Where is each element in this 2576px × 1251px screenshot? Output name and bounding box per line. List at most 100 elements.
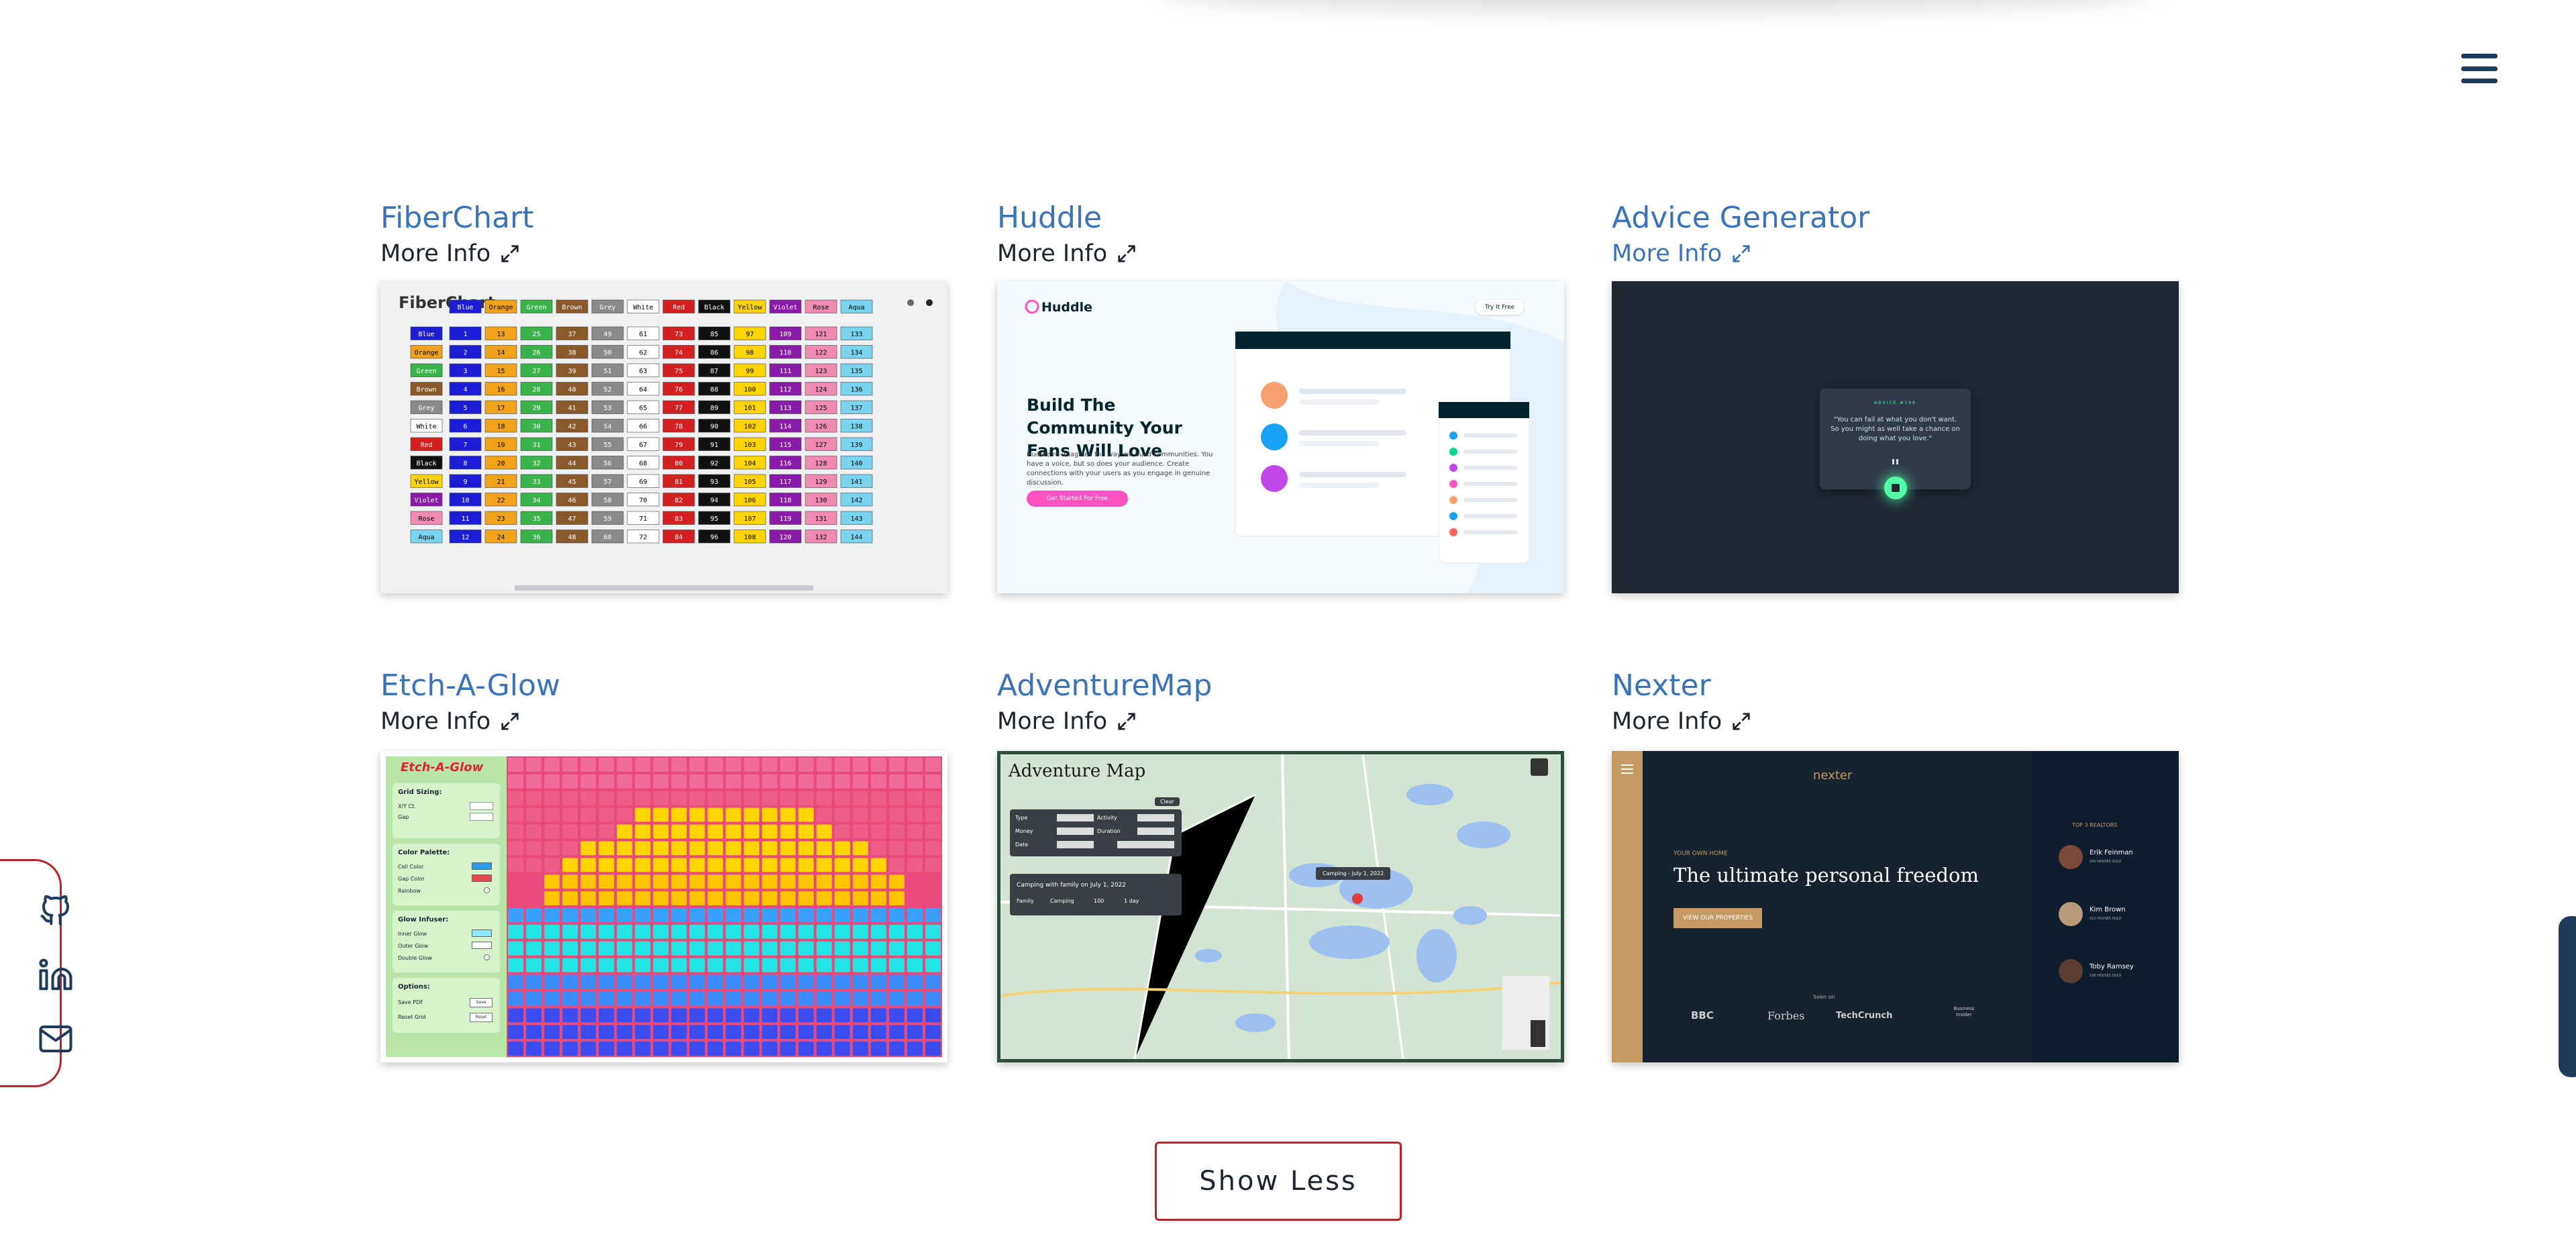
- svg-text:36: 36: [532, 534, 540, 542]
- svg-text:96: 96: [710, 534, 718, 542]
- scroll-indicator[interactable]: [2559, 916, 2576, 1077]
- svg-text:141: 141: [850, 479, 862, 486]
- svg-text:76: 76: [674, 387, 682, 394]
- section-label: Options:: [398, 983, 430, 991]
- project-thumbnail[interactable]: Etch-A-Glow Grid Sizing: X/Y Ct. Gap Col…: [380, 751, 947, 1062]
- realtor-name: Erik Feinman: [2090, 849, 2133, 856]
- expand-icon: [501, 245, 519, 262]
- svg-text:126: 126: [815, 423, 827, 431]
- show-less-button[interactable]: Show Less: [1155, 1142, 1402, 1221]
- project-thumbnail[interactable]: FiberChart Blue Orange Green Brown Grey White…: [380, 281, 947, 593]
- field-label: Save PDF: [398, 999, 423, 1005]
- more-info-link[interactable]: More Info: [1612, 705, 2179, 738]
- svg-text:134: 134: [850, 350, 862, 357]
- svg-text:55: 55: [603, 442, 611, 449]
- svg-text:88: 88: [710, 387, 718, 394]
- svg-text:117: 117: [779, 479, 791, 486]
- svg-text:103: 103: [743, 442, 756, 449]
- thumb-body: Huddle re-imagines the way we build comm…: [1027, 451, 1213, 487]
- project-title[interactable]: Etch-A-Glow: [380, 667, 947, 705]
- svg-text:127: 127: [815, 442, 827, 449]
- svg-text:24: 24: [497, 534, 505, 542]
- svg-text:54: 54: [603, 423, 611, 431]
- svg-text:74: 74: [674, 350, 682, 357]
- dice-button: [1884, 477, 1907, 499]
- entry-tag: 1 day: [1124, 898, 1139, 904]
- entry-tag: 100: [1094, 898, 1104, 904]
- project-card-advice-generator: Advice Generator More Info ADVICE #196 "…: [1612, 199, 2179, 595]
- svg-text:32: 32: [532, 460, 540, 468]
- project-title[interactable]: AdventureMap: [997, 667, 1564, 705]
- svg-text:Brown: Brown: [562, 304, 582, 311]
- svg-text:67: 67: [639, 442, 647, 449]
- project-title[interactable]: Advice Generator: [1612, 199, 2179, 237]
- svg-text:33: 33: [532, 479, 540, 486]
- more-info-link[interactable]: More Info: [997, 705, 1564, 738]
- svg-text:59: 59: [603, 515, 611, 523]
- hamburger-icon[interactable]: [2461, 54, 2497, 83]
- entry-tag: Camping: [1050, 898, 1074, 904]
- field-label: Reset Grid: [398, 1014, 426, 1020]
- filter-label: Money: [1015, 828, 1033, 834]
- svg-text:101: 101: [743, 405, 756, 412]
- svg-text:41: 41: [568, 405, 576, 412]
- svg-text:144: 144: [850, 534, 862, 542]
- project-thumbnail[interactable]: Adventure Map Type Activity Money Durati…: [997, 751, 1564, 1062]
- svg-text:21: 21: [497, 479, 505, 486]
- svg-text:95: 95: [710, 515, 718, 523]
- svg-text:124: 124: [815, 387, 827, 394]
- svg-text:43: 43: [568, 442, 576, 449]
- more-info-link[interactable]: More Info: [997, 237, 1564, 270]
- project-thumbnail[interactable]: nexter YOUR OWN HOME The ultimate person…: [1612, 751, 2179, 1062]
- nexter-logo: nexter: [1813, 768, 1853, 783]
- svg-text:137: 137: [850, 405, 862, 412]
- project-thumbnail[interactable]: ADVICE #196 "You can fail at what you do…: [1612, 281, 2179, 593]
- svg-text:78: 78: [674, 423, 682, 431]
- more-info-label: More Info: [380, 708, 491, 735]
- realtors-title: TOP 3 REALTORS: [2072, 822, 2118, 828]
- more-info-label: More Info: [380, 240, 491, 267]
- svg-text:39: 39: [568, 368, 576, 375]
- project-card-huddle: Huddle More Info Huddle Try It Free Buil…: [997, 199, 1564, 595]
- nexter-cta: VIEW OUR PROPERTIES: [1673, 908, 1763, 928]
- entry-title: Camping with family on July 1, 2022: [1017, 882, 1127, 889]
- svg-text:92: 92: [710, 460, 718, 468]
- filter-label: Duration: [1097, 828, 1121, 834]
- etch-sidebar: Etch-A-Glow Grid Sizing: X/Y Ct. Gap Col…: [386, 756, 507, 1057]
- project-title[interactable]: Nexter: [1612, 667, 2179, 705]
- github-icon[interactable]: [38, 892, 74, 928]
- project-title[interactable]: Huddle: [997, 199, 1564, 237]
- avatar: [2059, 959, 2083, 983]
- svg-text:77: 77: [674, 405, 682, 412]
- map-entry-card: Camping with family on July 1, 2022 Fami…: [1010, 874, 1182, 915]
- svg-text:93: 93: [710, 479, 718, 486]
- svg-text:64: 64: [639, 387, 647, 394]
- svg-text:13: 13: [497, 331, 505, 338]
- realtor-name: Toby Ramsey: [2090, 963, 2134, 970]
- svg-text:84: 84: [674, 534, 682, 542]
- svg-text:15: 15: [497, 368, 505, 375]
- svg-text:Orange: Orange: [488, 304, 513, 311]
- more-info-link[interactable]: More Info: [1612, 237, 2179, 270]
- svg-text:4: 4: [463, 387, 467, 394]
- svg-text:106: 106: [743, 497, 756, 505]
- section-label: Grid Sizing:: [398, 789, 442, 796]
- more-info-link[interactable]: More Info: [380, 237, 947, 270]
- expand-icon: [1118, 713, 1135, 730]
- project-thumbnail[interactable]: Huddle Try It Free Build The Community Y…: [997, 281, 1564, 593]
- svg-text:Black: Black: [416, 460, 436, 468]
- svg-text:11: 11: [461, 515, 469, 523]
- mail-icon[interactable]: [38, 1021, 74, 1057]
- svg-text:Grey: Grey: [599, 304, 615, 311]
- svg-text:52: 52: [603, 387, 611, 394]
- svg-text:115: 115: [779, 442, 791, 449]
- more-info-link[interactable]: More Info: [380, 705, 947, 738]
- svg-text:17: 17: [497, 405, 505, 412]
- svg-text:81: 81: [674, 479, 682, 486]
- project-title[interactable]: FiberChart: [380, 199, 947, 237]
- svg-text:27: 27: [532, 368, 540, 375]
- linkedin-icon[interactable]: [38, 957, 74, 993]
- svg-text:102: 102: [743, 423, 756, 431]
- map-popup: Camping - July 1, 2022: [1316, 867, 1391, 880]
- svg-text:53: 53: [603, 405, 611, 412]
